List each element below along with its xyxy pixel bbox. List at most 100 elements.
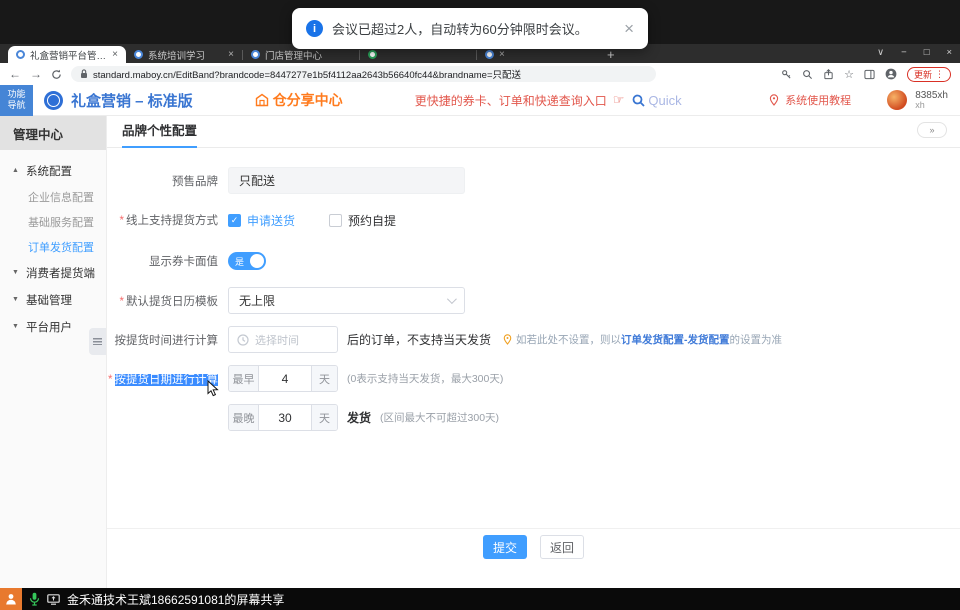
minimize-icon[interactable]: − xyxy=(901,47,907,58)
app-title: 礼盒营销 – 标准版 xyxy=(71,90,193,111)
tab-favicon-icon xyxy=(485,50,494,59)
required-mark: * xyxy=(108,374,112,386)
profile-icon[interactable] xyxy=(885,68,897,80)
sidebar-drag-handle[interactable] xyxy=(89,328,106,355)
url-text: standard.maboy.cn/EditBand?brandcode=844… xyxy=(93,67,521,81)
sidebar-group-consumer-pickup[interactable]: ▼ 消费者提货端 xyxy=(0,259,106,286)
quick-search[interactable]: Quick xyxy=(632,93,681,108)
close-icon[interactable]: × xyxy=(624,20,634,37)
address-bar[interactable]: standard.maboy.cn/EditBand?brandcode=844… xyxy=(71,66,656,82)
window-close-icon[interactable]: × xyxy=(946,47,952,58)
sidebar: 管理中心 ▲ 系统配置 企业信息配置 基础服务配置 订单发货配置 ▼ 消费者提货… xyxy=(0,116,107,588)
collapse-panel-button[interactable]: » xyxy=(917,122,947,138)
time-picker-input[interactable]: 选择时间 xyxy=(228,326,338,353)
maximize-icon[interactable]: □ xyxy=(924,47,930,58)
share-icon[interactable] xyxy=(823,69,834,80)
side-panel-icon[interactable] xyxy=(864,69,875,80)
required-mark: * xyxy=(120,296,124,308)
submit-button[interactable]: 提交 xyxy=(483,535,527,559)
sidebar-item-enterprise-info[interactable]: 企业信息配置 xyxy=(0,184,106,209)
footer-divider xyxy=(107,528,960,529)
tab-favicon-icon xyxy=(16,50,25,59)
bookmark-star-icon[interactable]: ☆ xyxy=(844,68,854,81)
sidebar-group-system-config[interactable]: ▲ 系统配置 xyxy=(0,157,106,184)
calendar-template-value: 无上限 xyxy=(239,292,275,309)
toggle-on-label: 是 xyxy=(235,255,244,268)
presale-brand-value: 只配送 xyxy=(239,172,275,189)
lock-icon xyxy=(80,69,88,79)
earliest-hint: (0表示支持当天发货，最大300天) xyxy=(347,371,503,386)
tab-close-icon[interactable]: × xyxy=(499,49,505,60)
key-icon[interactable] xyxy=(781,69,792,80)
check-icon: ✓ xyxy=(231,215,239,226)
date-calc-label-highlighted: 按提货日期进行计算 xyxy=(115,374,219,386)
user-avatar[interactable] xyxy=(887,90,907,110)
update-label: 更新 xyxy=(914,68,932,81)
time-calc-label: 按提货时间进行计算 xyxy=(107,332,228,348)
tab-close-icon[interactable]: × xyxy=(112,49,118,60)
triangle-down-icon: ▼ xyxy=(12,269,20,276)
warehouse-share-link[interactable]: 仓分享中心 xyxy=(255,90,343,110)
earliest-prefix: 最早 xyxy=(229,366,259,391)
checkbox-apply-delivery-label[interactable]: 申请送货 xyxy=(247,212,295,229)
latest-prefix: 最晚 xyxy=(229,405,259,430)
latest-hint: (区间最大不可超过300天) xyxy=(380,410,499,425)
browser-toolbar: ← → standard.maboy.cn/EditBand?brandcode… xyxy=(0,63,960,85)
browser-tab-active[interactable]: 礼盒营销平台管理中心 × xyxy=(8,46,126,63)
time-picker-placeholder: 选择时间 xyxy=(255,332,299,348)
chevron-double-right-icon: » xyxy=(929,125,934,135)
sidebar-group-label: 系统配置 xyxy=(26,163,72,179)
username: 8385xh xyxy=(915,90,948,101)
back-button[interactable]: 返回 xyxy=(540,535,584,559)
presale-brand-input[interactable]: 只配送 xyxy=(228,167,465,194)
latest-unit: 天 xyxy=(311,405,337,430)
triangle-down-icon: ▼ xyxy=(12,323,20,330)
sidebar-item-order-shipping[interactable]: 订单发货配置 xyxy=(0,234,106,259)
app-header: 功能 导航 礼盒营销 – 标准版 仓分享中心 更快捷的券卡、订单和快递查询入口 … xyxy=(0,85,960,116)
pickup-method-label: *线上支持提货方式 xyxy=(107,212,228,228)
sidebar-item-basic-service[interactable]: 基础服务配置 xyxy=(0,209,106,234)
tab-favicon-icon xyxy=(134,50,143,59)
warehouse-icon xyxy=(255,93,269,107)
forward-icon[interactable]: → xyxy=(30,68,42,80)
latest-days-input[interactable]: 最晚 30 天 xyxy=(228,404,338,431)
tab-title: 门店管理中心 xyxy=(265,48,351,62)
chrome-update-button[interactable]: 更新 ⋮ xyxy=(907,67,951,82)
new-tab-button[interactable]: + xyxy=(607,47,615,62)
quick-label: Quick xyxy=(648,93,681,108)
time-calc-suffix: 后的订单，不支持当天发货 xyxy=(347,331,491,348)
tab-search-icon[interactable]: ∨ xyxy=(877,47,884,58)
tutorial-link[interactable]: 系统使用教程 xyxy=(785,92,851,108)
browser-tab[interactable]: 系统培训学习 × xyxy=(126,46,242,63)
earliest-days-input[interactable]: 最早 4 天 xyxy=(228,365,338,392)
tab-brand-personality-config[interactable]: 品牌个性配置 xyxy=(122,120,197,148)
tab-close-icon[interactable]: × xyxy=(228,49,234,60)
reload-icon[interactable] xyxy=(51,69,62,80)
calendar-template-select[interactable]: 无上限 xyxy=(228,287,465,314)
tab-title: 系统培训学习 xyxy=(148,48,223,62)
checkbox-reserve-pickup[interactable] xyxy=(329,214,342,227)
show-card-value-toggle[interactable]: 是 xyxy=(228,252,266,270)
checkbox-reserve-pickup-label[interactable]: 预约自提 xyxy=(348,212,396,229)
promo-text: 更快捷的券卡、订单和快递查询入口 xyxy=(415,92,607,109)
back-icon[interactable]: ← xyxy=(9,68,21,80)
microphone-icon xyxy=(29,592,40,606)
sidebar-title: 管理中心 xyxy=(0,116,106,150)
function-nav-line1: 功能 xyxy=(7,89,25,100)
checkbox-apply-delivery[interactable]: ✓ xyxy=(228,214,241,227)
meeting-notification: i 会议已超过2人，自动转为60分钟限时会议。 × xyxy=(292,8,648,49)
function-nav-line2: 导航 xyxy=(7,100,25,111)
username-sub: xh xyxy=(915,101,948,111)
latest-value[interactable]: 30 xyxy=(259,405,311,430)
screen-share-bar: 金禾通技术王斌18662591081的屏幕共享 xyxy=(0,588,960,610)
function-nav-button[interactable]: 功能 导航 xyxy=(0,85,33,116)
menu-dots-icon: ⋮ xyxy=(935,69,944,80)
latest-after-label: 发货 xyxy=(347,409,371,426)
sidebar-group-basic-management[interactable]: ▼ 基础管理 xyxy=(0,286,106,313)
tip-pin-icon xyxy=(503,334,512,345)
earliest-value[interactable]: 4 xyxy=(259,366,311,391)
mouse-cursor xyxy=(207,380,219,397)
participant-icon xyxy=(0,588,22,610)
zoom-icon[interactable] xyxy=(802,69,813,80)
presale-brand-label: 预售品牌 xyxy=(107,173,228,189)
